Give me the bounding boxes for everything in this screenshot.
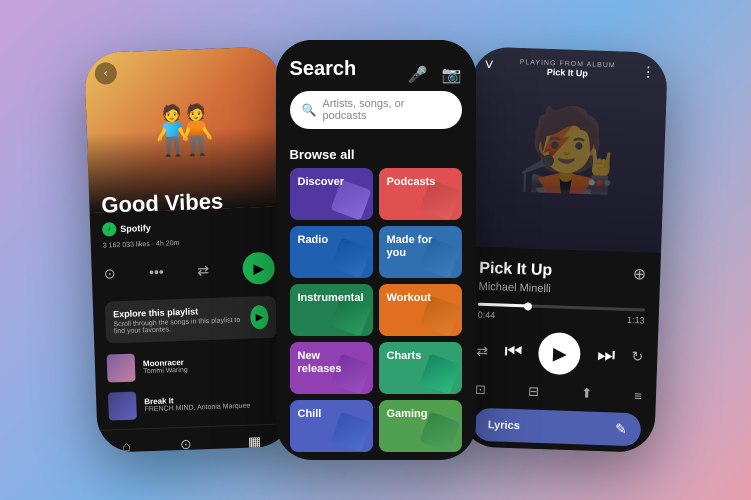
play-pause-button[interactable]: ▶ [538,332,581,375]
search-icon: ⊙ [179,436,191,453]
category-label: Charts [387,350,422,363]
category-label: Podcasts [387,176,436,189]
track-row[interactable]: Break It FRENCH MIND, Antonia Marquee [95,381,291,426]
progress-fill [477,303,527,308]
explore-play-button[interactable]: ▶ [250,305,269,330]
category-label: Radio [298,234,329,247]
category-charts[interactable]: Charts [379,342,462,394]
category-label: Discover [298,176,344,189]
album-artwork: 🧑‍🎤 [515,101,618,198]
search-input[interactable]: Artists, songs, or podcasts [322,98,449,122]
phone-middle: Search 🎤 📷 🔍 Artists, songs, or podcasts… [276,40,476,460]
header-icons: 🎤 📷 [408,65,462,85]
cast-icon[interactable]: ⊡ [474,382,485,398]
category-new-releases[interactable]: New releases [290,342,373,394]
category-chill[interactable]: Chill [290,400,373,452]
next-icon[interactable]: ⏭ [596,343,615,367]
shuffle-icon[interactable]: ⇄ [476,342,488,359]
category-label: Workout [387,292,431,305]
search-icon: 🔍 [302,103,317,117]
track-info: Break It FRENCH MIND, Antonia Marquee [144,393,279,414]
spotify-logo: ♪ [101,222,115,236]
chevron-down-icon[interactable]: ˅ [484,57,494,75]
more-options-icon[interactable]: ⋮ [640,63,655,80]
track-info: Moonracer Tommi Waring [142,355,277,376]
browse-all-label: Browse all [276,137,476,168]
categories-grid: Discover Podcasts Radio Made for you Ins… [276,168,476,452]
lyrics-expand-icon[interactable]: ✎ [614,421,626,438]
phones-container: 🧑‍🤝‍🧑 ‹ Good Vibes ♪ Spotify 3 162 033 l… [81,40,671,460]
player-extra-controls: ⊡ ⊟ ⬆ ≡ [474,382,641,404]
previous-icon[interactable]: ⏮ [504,340,523,364]
more-icon[interactable]: ••• [148,264,163,281]
add-to-library-icon[interactable]: ⊕ [632,264,646,284]
category-thumb [330,237,371,278]
play-button[interactable]: ▶ [242,252,275,285]
category-label: Chill [298,408,322,421]
category-gaming[interactable]: Gaming [379,400,462,452]
home-icon: ⌂ [122,438,131,453]
now-playing-topbar: ˅ PLAYING FROM ALBUM Pick It Up ⋮ [472,56,668,81]
nav-item-search[interactable]: ⊙ Search [174,435,197,452]
lyrics-bar[interactable]: Lyrics ✎ [473,408,641,447]
playlist-controls: ⊙ ••• ⇄ ▶ [91,245,287,296]
progress-handle[interactable] [523,302,531,310]
search-page-title: Search [290,58,357,81]
category-label: New releases [298,350,365,376]
queue-icon[interactable]: ≡ [634,388,642,403]
library-icon: ▦ [247,433,261,450]
share-icon[interactable]: ⬆ [580,385,591,401]
nav-item-library[interactable]: ▦ Your Library [235,433,273,453]
back-button[interactable]: ‹ [94,62,117,85]
current-time: 0:44 [477,310,495,321]
shuffle-icon[interactable]: ⇄ [197,261,209,278]
nav-item-home[interactable]: ⌂ Home [116,438,136,453]
search-bar[interactable]: 🔍 Artists, songs, or podcasts [290,91,462,129]
explore-sub: Scroll through the songs in this playlis… [113,317,251,336]
time-display: 0:44 1:13 [477,310,644,326]
song-title: Pick It Up [478,260,551,281]
player-controls-area: Pick It Up ⊕ Michael Minelli 0:44 1:13 ⇄… [459,246,661,453]
playback-controls: ⇄ ⏮ ▶ ⏭ ↻ [475,330,643,378]
explore-text: Explore this playlist Scroll through the… [113,305,251,336]
phone-right: 🧑‍🎤 ˅ PLAYING FROM ALBUM Pick It Up ⋮ Pi… [459,46,668,453]
nav-label: Your Library [236,452,274,453]
category-instrumental[interactable]: Instrumental [290,284,373,336]
category-thumb [419,353,460,394]
category-radio[interactable]: Radio [290,226,373,278]
playing-from: PLAYING FROM ALBUM Pick It Up [493,58,641,80]
category-label: Gaming [387,408,428,421]
creator-name: Spotify [120,223,151,234]
category-discover[interactable]: Discover [290,168,373,220]
total-time: 1:13 [626,315,644,326]
category-thumb [330,411,371,452]
category-label: Made for you [387,234,454,260]
category-podcasts[interactable]: Podcasts [379,168,462,220]
category-workout[interactable]: Workout [379,284,462,336]
category-label: Instrumental [298,292,364,305]
album-art-background: 🧑‍🎤 ˅ PLAYING FROM ALBUM Pick It Up ⋮ [466,46,668,253]
repeat-icon[interactable]: ↻ [631,348,643,365]
phone-left: 🧑‍🤝‍🧑 ‹ Good Vibes ♪ Spotify 3 162 033 l… [84,46,293,453]
explore-playlist-box: Explore this playlist Scroll through the… [104,296,276,344]
download-icon[interactable]: ⊙ [103,265,115,282]
lyrics-label: Lyrics [487,419,519,432]
track-thumbnail [107,392,136,421]
camera-icon[interactable]: 📷 [442,65,462,85]
bottom-nav: ⌂ Home ⊙ Search ▦ Your Library [97,423,293,453]
microphone-icon[interactable]: 🎤 [408,65,428,85]
track-thumbnail [106,354,135,383]
devices-icon[interactable]: ⊟ [527,384,538,400]
category-made-for-you[interactable]: Made for you [379,226,462,278]
